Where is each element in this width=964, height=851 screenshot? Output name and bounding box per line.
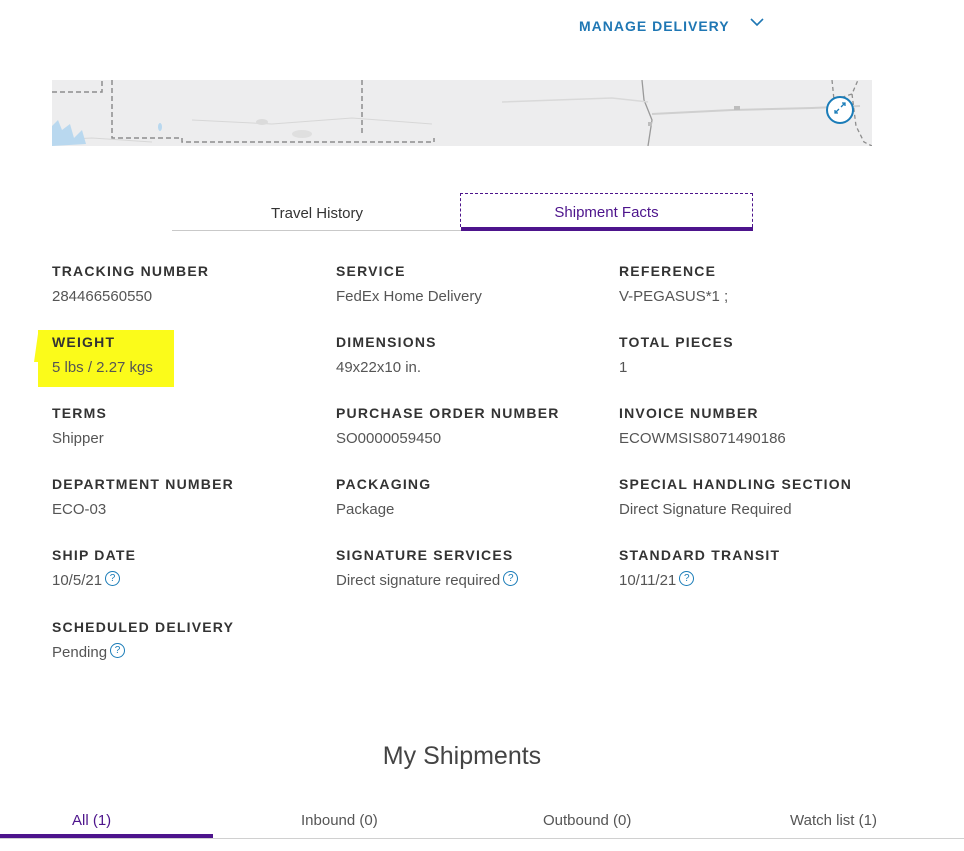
- fact-label: DEPARTMENT NUMBER: [52, 476, 234, 492]
- fact-value: 1: [619, 359, 734, 376]
- tab-shipment-facts[interactable]: Shipment Facts: [460, 193, 753, 227]
- expand-arrows-icon: [833, 101, 847, 120]
- fact-label: PACKAGING: [336, 476, 432, 492]
- map-graphic: [52, 80, 872, 146]
- help-question-icon[interactable]: ?: [110, 643, 126, 658]
- fact-standard-transit: STANDARD TRANSIT 10/11/21 ?: [619, 547, 780, 589]
- map-expand-button[interactable]: [826, 96, 854, 124]
- tab-watch-list[interactable]: Watch list (1): [790, 812, 877, 829]
- fact-total-pieces: TOTAL PIECES 1: [619, 334, 734, 376]
- fact-packaging: PACKAGING Package: [336, 476, 431, 518]
- fact-label: WEIGHT: [52, 334, 116, 350]
- fact-value: Shipper: [52, 430, 107, 447]
- fact-ship-date: SHIP DATE 10/5/21 ?: [52, 547, 136, 589]
- service-value: FedEx Home Delivery: [336, 288, 482, 305]
- tab-travel-history[interactable]: Travel History: [172, 205, 462, 222]
- terms-value: Shipper: [52, 430, 104, 447]
- my-shipments-title: My Shipments: [382, 742, 542, 770]
- department-number-value: ECO-03: [52, 501, 107, 518]
- packaging-value: Package: [336, 501, 395, 518]
- fact-label: STANDARD TRANSIT: [619, 547, 781, 563]
- fact-invoice-number: INVOICE NUMBER ECOWMSIS8071490186: [619, 405, 786, 447]
- active-tab-indicator: [0, 834, 213, 838]
- signature-services-value: Direct signature required: [336, 572, 501, 589]
- fact-department-number: DEPARTMENT NUMBER ECO-03: [52, 476, 234, 518]
- tabs-divider: [0, 838, 964, 839]
- fact-dimensions: DIMENSIONS 49x22x10 in.: [336, 334, 437, 376]
- fact-value: 10/11/21 ?: [619, 571, 780, 589]
- fact-label: INVOICE NUMBER: [619, 405, 759, 421]
- tab-inbound[interactable]: Inbound (0): [301, 812, 378, 829]
- fact-purchase-order-number: PURCHASE ORDER NUMBER SO0000059450: [336, 405, 560, 447]
- scheduled-delivery-value: Pending: [52, 644, 108, 661]
- dimensions-value: 49x22x10 in.: [336, 359, 422, 376]
- standard-transit-value: 10/11/21: [619, 572, 677, 589]
- shipment-detail-tabs: Travel History Shipment Facts: [172, 193, 755, 231]
- fact-label: SCHEDULED DELIVERY: [52, 619, 235, 635]
- chevron-down-icon: [750, 14, 764, 32]
- my-shipments-tabs: All (1) Inbound (0) Outbound (0) Watch l…: [0, 808, 964, 851]
- tabs-divider: [172, 230, 462, 231]
- active-tab-indicator: [461, 227, 753, 231]
- purchase-order-value: SO0000059450: [336, 430, 442, 447]
- fact-value: 10/5/21 ?: [52, 571, 136, 589]
- fact-label: TRACKING NUMBER: [52, 263, 210, 279]
- reference-value: V-PEGASUS*1 ;: [619, 288, 729, 305]
- fact-value: V-PEGASUS*1 ;: [619, 288, 728, 305]
- special-handling-value: Direct Signature Required: [619, 501, 792, 518]
- fact-value: SO0000059450: [336, 430, 560, 447]
- fact-value: 5 lbs / 2.27 kgs: [52, 359, 153, 376]
- manage-delivery-label: MANAGE DELIVERY: [579, 18, 730, 34]
- tab-all[interactable]: All (1): [72, 812, 111, 829]
- tab-outbound[interactable]: Outbound (0): [543, 812, 631, 829]
- fact-reference: REFERENCE V-PEGASUS*1 ;: [619, 263, 728, 305]
- fact-signature-services: SIGNATURE SERVICES Direct signature requ…: [336, 547, 519, 589]
- invoice-number-value: ECOWMSIS8071490186: [619, 430, 786, 447]
- fact-value: 49x22x10 in.: [336, 359, 437, 376]
- fact-label: SHIP DATE: [52, 547, 137, 563]
- weight-value: 5 lbs / 2.27 kgs: [52, 359, 153, 376]
- fact-label: PURCHASE ORDER NUMBER: [336, 405, 560, 421]
- help-question-icon[interactable]: ?: [105, 571, 121, 586]
- tracking-number-value: 284466560550: [52, 288, 153, 305]
- fact-value: 284466560550: [52, 288, 209, 305]
- fact-label: REFERENCE: [619, 263, 717, 279]
- fact-terms: TERMS Shipper: [52, 405, 107, 447]
- fact-value: ECO-03: [52, 501, 234, 518]
- fact-label: SPECIAL HANDLING SECTION: [619, 476, 853, 492]
- total-pieces-value: 1: [619, 359, 628, 376]
- fact-value: ECOWMSIS8071490186: [619, 430, 786, 447]
- fact-label: DIMENSIONS: [336, 334, 437, 350]
- manage-delivery-button[interactable]: MANAGE DELIVERY: [579, 18, 764, 34]
- fact-service: SERVICE FedEx Home Delivery: [336, 263, 482, 305]
- fact-value: FedEx Home Delivery: [336, 288, 482, 305]
- fact-label: SIGNATURE SERVICES: [336, 547, 514, 563]
- fact-scheduled-delivery: SCHEDULED DELIVERY Pending ?: [52, 619, 234, 661]
- fact-value: Pending ?: [52, 643, 234, 661]
- fact-value: Package: [336, 501, 431, 518]
- fact-label: TOTAL PIECES: [619, 334, 734, 350]
- fact-weight: WEIGHT 5 lbs / 2.27 kgs: [52, 334, 153, 376]
- map-preview[interactable]: [52, 80, 872, 146]
- fact-value: Direct Signature Required: [619, 501, 852, 518]
- fact-label: TERMS: [52, 405, 107, 421]
- help-question-icon[interactable]: ?: [679, 571, 695, 586]
- ship-date-value: 10/5/21: [52, 572, 103, 589]
- fact-label: SERVICE: [336, 263, 406, 279]
- fact-special-handling: SPECIAL HANDLING SECTION Direct Signatur…: [619, 476, 852, 518]
- fact-value: Direct signature required ?: [336, 571, 519, 589]
- help-question-icon[interactable]: ?: [503, 571, 519, 586]
- fact-tracking-number: TRACKING NUMBER 284466560550: [52, 263, 209, 305]
